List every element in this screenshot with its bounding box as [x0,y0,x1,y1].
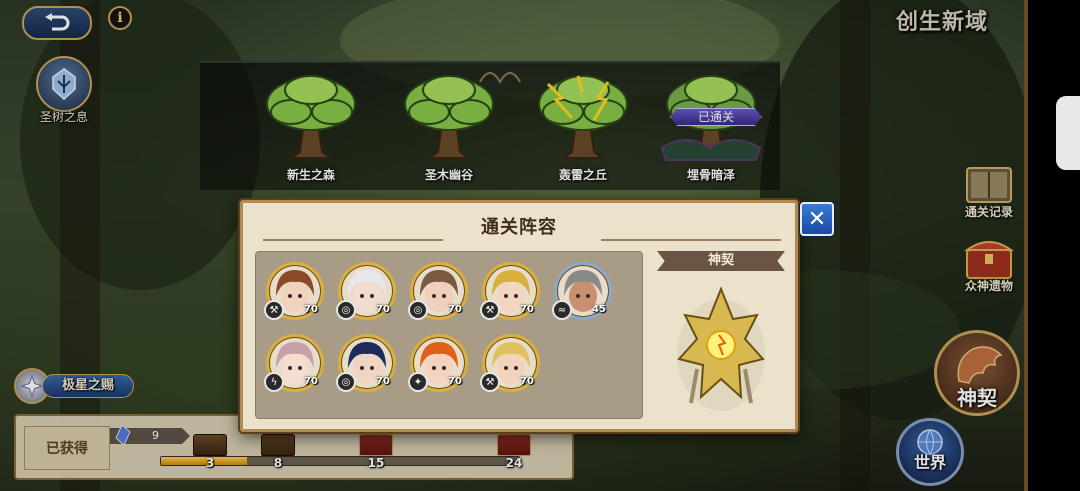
tree-icon [266,75,356,159]
modal-title: 通关阵容 [481,217,557,238]
gods-relic-button[interactable]: 众神遗物 [950,232,1024,294]
hero-lineup-box: ⚒ 70 ◎ 70 ◎ 70 ⚒ 70 ≈45 ϟ 70 ◎ 70 ✦ 70 ⚒ 70 [255,251,643,419]
stage-tree-3[interactable]: 轰雷之丘 [528,68,638,182]
hero-level: 70 [520,304,534,315]
hero-portrait[interactable]: ◎ 70 [408,262,468,320]
polaris-gift-label: 极星之赐 [42,374,134,398]
stage-tree-name: 轰雷之丘 [558,168,607,182]
tree-icon [538,75,628,159]
close-x-icon: ✕ [807,206,827,232]
holy-tree-breath-button[interactable]: 圣树之息 [30,56,98,125]
page-title: 创生新域 [896,9,989,35]
hero-level: 70 [304,376,318,387]
info-button[interactable]: i [108,6,132,30]
back-arrow-icon [45,13,70,31]
hero-portrait[interactable]: ⚒ 70 [480,334,540,392]
holy-tree-breath-label: 圣树之息 [39,110,88,124]
treasure-chest-icon [963,241,1015,279]
element-icon: ≈ [552,300,572,320]
hero-level: 70 [376,304,390,315]
element-icon: ◎ [336,300,356,320]
hero-portrait[interactable]: ◎ 70 [336,334,396,392]
tree-icon [404,75,494,159]
hero-portrait[interactable]: ≈45 [552,262,612,320]
element-icon: ⚒ [480,300,500,320]
golden-armor-contract-icon [677,286,765,411]
hero-level: 70 [520,376,534,387]
reward-milestone[interactable]: 3 [190,434,230,470]
stage-tree-1[interactable]: 新生之森 [256,68,366,182]
stage-tree-2[interactable]: 圣木幽谷 [394,68,504,182]
element-icon: ◎ [408,300,428,320]
hero-portrait[interactable]: ⚒ 70 [264,262,324,320]
hero-level: 70 [376,376,390,387]
divine-contract-label: 神契 [957,386,997,410]
obtained-label: 已获得 [24,426,110,470]
stage-tree-name: 新生之森 [286,168,335,182]
hero-level: 45 [592,304,606,315]
world-label: 世界 [913,453,946,472]
chest-icon [359,434,393,456]
close-modal-button[interactable]: ✕ [800,202,834,236]
reward-milestone[interactable]: 24 [494,434,534,470]
element-icon: ⚒ [264,300,284,320]
element-icon: ◎ [336,372,356,392]
reward-milestone[interactable]: 15 [356,434,396,470]
hero-level: 70 [448,304,462,315]
hero-portrait[interactable]: ⚒ 70 [480,262,540,320]
title-divider-left [263,239,443,241]
milestone-value: 15 [367,456,385,470]
hero-portrait[interactable]: ✦ 70 [408,334,468,392]
title-divider-right [601,239,781,241]
hero-level: 70 [448,376,462,387]
reward-milestone[interactable]: 8 [258,434,298,470]
element-icon: ϟ [264,372,284,392]
element-icon: ⚒ [480,372,500,392]
chest-icon [193,434,227,456]
tree-emblem-icon [52,68,76,101]
chest-icon [261,434,295,456]
hero-level: 70 [304,304,318,315]
stage-tree-name: 圣木幽谷 [424,168,473,182]
chest-icon [497,434,531,456]
side-pull-tab[interactable] [1056,96,1080,170]
milestone-value: 24 [505,456,523,470]
cleared-badge: 已通关 [670,108,762,126]
milestone-value: 8 [273,456,283,470]
element-icon: ✦ [408,372,428,392]
hero-portrait[interactable]: ◎ 70 [336,262,396,320]
milestone-value: 3 [205,456,215,470]
hero-portrait[interactable]: ϟ 70 [264,334,324,392]
device-edge-strip [1032,0,1080,491]
world-button[interactable]: 世界 [896,418,964,486]
divine-contract-button[interactable]: 神契 [934,330,1020,416]
clear-lineup-modal: 通关阵容 ⚒ 70 ◎ 70 ◎ 70 ⚒ 70 ≈45 ϟ 70 ◎ 70 ✦ 70 ⚒ 70 神契 [240,200,798,432]
polaris-gift-button[interactable]: 极星之赐 [14,368,134,404]
crystal-shard-icon [115,424,131,446]
contract-section-label: 神契 [657,251,785,271]
stage-tree-name: 埋骨暗泽 [686,168,735,182]
record-book-icon [966,167,1012,203]
back-button[interactable] [22,6,92,40]
clear-record-button[interactable]: 通关记录 [954,162,1024,220]
